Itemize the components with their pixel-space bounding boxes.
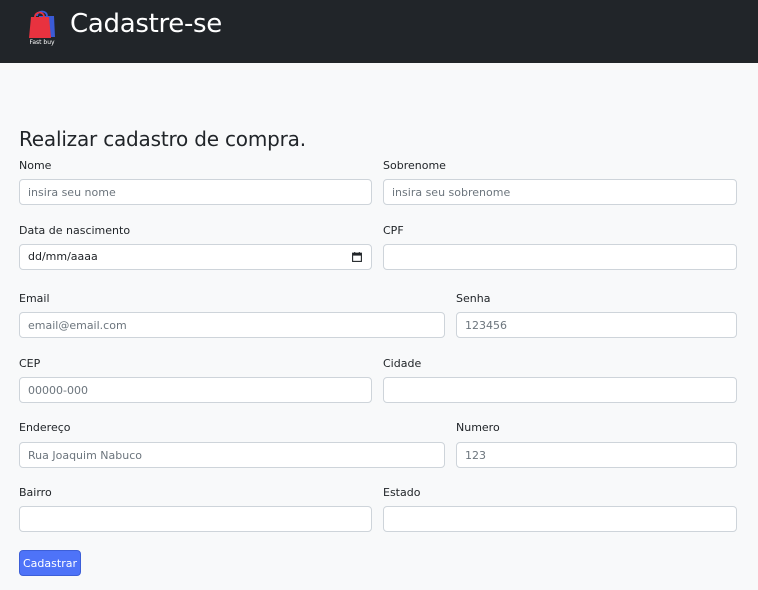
estado-input[interactable] (383, 506, 737, 532)
nome-input[interactable] (19, 179, 372, 205)
birthdate-placeholder: dd/mm/aaaa (28, 250, 98, 263)
senha-input[interactable] (456, 312, 737, 338)
cidade-label: Cidade (383, 357, 422, 370)
endereco-input[interactable] (19, 442, 445, 468)
logo-text: Fast buy (29, 39, 55, 46)
form-heading: Realizar cadastro de compra. (19, 127, 306, 151)
numero-input[interactable] (456, 442, 737, 468)
cadastrar-button[interactable]: Cadastrar (19, 550, 81, 576)
navbar: Fast buy Cadastre-se (0, 0, 758, 63)
estado-label: Estado (383, 486, 421, 499)
sobrenome-label: Sobrenome (383, 159, 446, 172)
cep-input[interactable] (19, 377, 372, 403)
cidade-input[interactable] (383, 377, 737, 403)
cep-label: CEP (19, 357, 41, 370)
bairro-label: Bairro (19, 486, 52, 499)
page-title: Cadastre-se (70, 9, 223, 39)
shopping-bag-icon (29, 10, 55, 38)
email-label: Email (19, 292, 50, 305)
calendar-icon[interactable] (352, 252, 362, 262)
cpf-label: CPF (383, 224, 404, 237)
email-input[interactable] (19, 312, 445, 338)
birthdate-input[interactable]: dd/mm/aaaa (19, 244, 372, 270)
nascimento-label: Data de nascimento (19, 224, 131, 237)
bairro-input[interactable] (19, 506, 372, 532)
sobrenome-input[interactable] (383, 179, 737, 205)
senha-label: Senha (456, 292, 491, 305)
numero-label: Numero (456, 421, 500, 434)
nome-label: Nome (19, 159, 52, 172)
cpf-input[interactable] (383, 244, 737, 270)
shopping-bag-logo[interactable]: Fast buy (27, 8, 57, 48)
endereco-label: Endereço (19, 421, 71, 434)
